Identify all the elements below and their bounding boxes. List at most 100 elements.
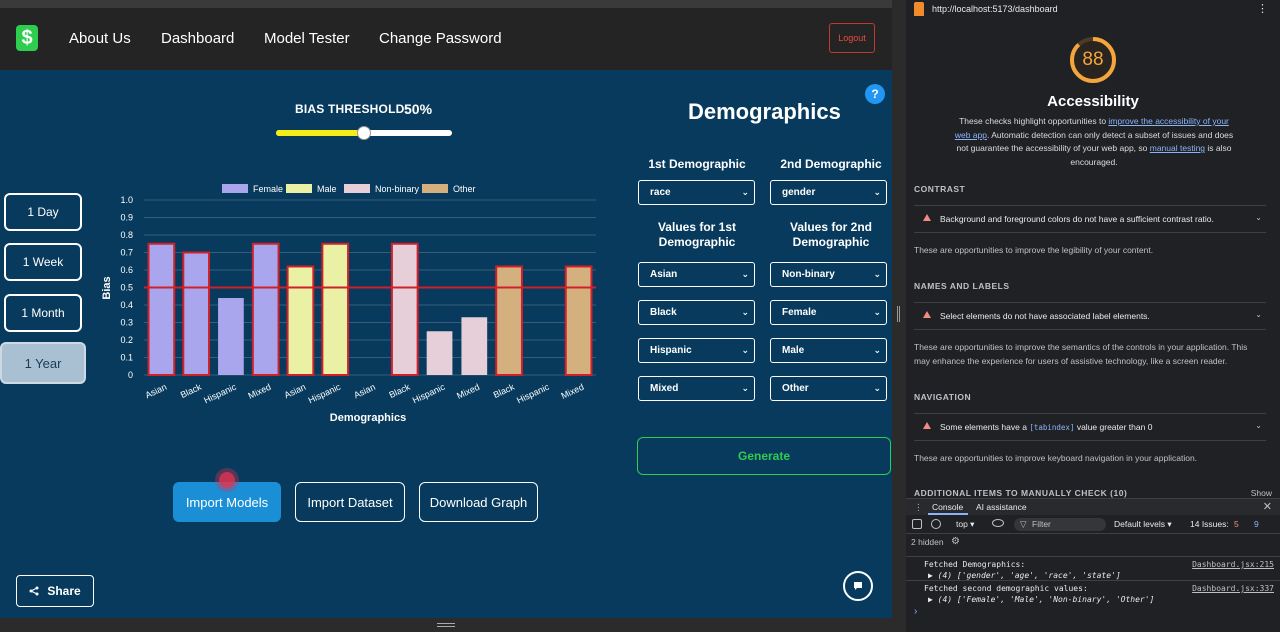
tab-console[interactable]: Console [930,502,965,512]
nav-change-password[interactable]: Change Password [379,30,502,47]
y-axis-label: Bias [101,276,113,299]
log-message: Fetched second demographic values: [924,584,1088,593]
legend-label: Male [317,184,337,194]
chevron-down-icon: ⌄ [741,345,749,355]
drawer-menu-icon[interactable]: ⋮ [914,502,923,513]
y-tick-label: 0.4 [120,300,133,310]
bar [321,242,350,376]
report-url[interactable]: http://localhost:5173/dashboard [932,4,1058,14]
logout-button[interactable]: Logout [829,23,875,53]
filter-placeholder: Filter [1032,519,1051,529]
generate-button[interactable]: Generate [637,437,891,475]
sidebar-toggle-icon[interactable] [912,519,922,529]
issues-info-count[interactable]: 9 [1254,519,1259,529]
slider-thumb[interactable] [357,126,371,140]
range-1-week-button[interactable]: 1 Week [4,243,82,281]
close-icon[interactable]: ✕ [1263,500,1272,513]
y-tick-label: 0.6 [120,265,133,275]
values-second-heading-line1: Values for 2nd [789,220,873,234]
range-1-year-button[interactable]: 1 Year [0,342,86,384]
x-tick-label: Mixed [247,382,273,401]
first-value-select-2[interactable]: Black ⌄ [638,300,755,325]
second-value-select-4[interactable]: Other ⌄ [770,376,887,401]
first-value-select-4[interactable]: Mixed ⌄ [638,376,755,401]
nav-dashboard[interactable]: Dashboard [161,30,234,47]
import-dataset-button[interactable]: Import Dataset [295,482,405,522]
console-filter-input[interactable]: ▽ Filter [1014,518,1106,531]
audit-select-labels[interactable]: Select elements do not have associated l… [914,302,1266,330]
resize-handle-icon[interactable] [437,623,455,627]
audit-text: Select elements do not have associated l… [940,311,1150,321]
first-value-select-3[interactable]: Hispanic ⌄ [638,338,755,363]
screen: $ About Us Dashboard Model Tester Change… [0,0,1280,632]
x-axis-label: Demographics [330,412,406,424]
chat-bubble-icon[interactable] [843,571,873,601]
tab-ai-assistance[interactable]: AI assistance [976,502,1027,512]
clear-console-icon[interactable] [931,519,941,529]
bar [390,242,419,376]
y-tick-label: 0.8 [120,230,133,240]
console-prompt[interactable]: › [914,606,917,617]
values-second-heading-line2: Demographic [792,235,870,249]
bias-threshold-slider[interactable] [276,126,452,140]
bar [182,251,211,376]
download-graph-button[interactable]: Download Graph [419,482,538,522]
first-demographic-select[interactable]: race ⌄ [638,180,755,205]
second-value-select-2[interactable]: Female ⌄ [770,300,887,325]
share-icon [29,586,39,596]
audit-text-post: value greater than 0 [1074,422,1153,432]
y-tick-label: 0.7 [120,248,133,258]
manual-testing-link[interactable]: manual testing [1150,143,1205,153]
legend-swatch [344,184,370,193]
x-tick-label: Mixed [455,382,481,401]
log-value[interactable]: ▶ (4) ['Female', 'Male', 'Non-binary', '… [928,595,1154,604]
eye-icon[interactable] [992,519,1004,527]
panel-splitter[interactable] [892,0,906,632]
x-tick-label: Black [492,382,517,401]
nav-about-us[interactable]: About Us [69,30,131,47]
audit-tabindex[interactable]: Some elements have a [tabindex] value gr… [914,413,1266,441]
audit-contrast[interactable]: Background and foreground colors do not … [914,205,1266,233]
share-button[interactable]: Share [16,575,94,607]
manual-check-show-link[interactable]: Show [1251,488,1272,498]
values-second-heading: Values for 2nd Demographic [771,220,891,250]
navigation-heading: NAVIGATION [914,392,972,402]
cursor-indicator [219,472,235,488]
select-value: Hispanic [650,345,692,356]
log-levels-select[interactable]: Default levels ▾ [1114,519,1172,530]
kebab-menu-icon[interactable]: ⋮ [1257,2,1268,15]
second-value-select-3[interactable]: Male ⌄ [770,338,887,363]
issues-error-count[interactable]: 5 [1234,519,1239,529]
bar [251,242,280,376]
accessibility-description: These checks highlight opportunities to … [954,115,1234,169]
second-value-select-1[interactable]: Non-binary ⌄ [770,262,887,287]
names-labels-note: These are opportunities to improve the s… [914,342,1248,366]
y-tick-label: 0.1 [120,353,133,363]
first-demographic-value: race [650,187,671,198]
log-value[interactable]: ▶ (4) ['gender', 'age', 'race', 'state'] [928,571,1121,580]
dollar-logo-icon[interactable]: $ [16,25,38,51]
second-demographic-select[interactable]: gender ⌄ [770,180,887,205]
nav-model-tester[interactable]: Model Tester [264,30,350,47]
values-first-heading: Values for 1st Demographic [637,220,757,250]
help-icon[interactable]: ? [865,84,885,104]
x-tick-label: Hispanic [307,382,343,406]
gear-icon[interactable]: ⚙ [951,536,960,547]
range-1-month-button[interactable]: 1 Month [4,294,82,332]
chevron-down-icon: ⌄ [873,383,881,393]
log-source-link[interactable]: Dashboard.jsx:215 [1192,560,1274,569]
chevron-down-icon: ⌄ [741,187,749,197]
contrast-heading: CONTRAST [914,184,966,194]
issues-label[interactable]: 14 Issues: [1190,519,1229,529]
context-select[interactable]: top ▾ [956,519,974,530]
log-source-link[interactable]: Dashboard.jsx:337 [1192,584,1274,593]
legend-label: Non-binary [375,184,420,194]
first-value-select-1[interactable]: Asian ⌄ [638,262,755,287]
import-models-button[interactable]: Import Models [173,482,281,522]
range-1-day-button[interactable]: 1 Day [4,193,82,231]
legend-label: Female [253,184,283,194]
warning-triangle-icon [923,422,931,429]
console-log-row: Fetched second demographic values: ▶ (4)… [906,580,1280,604]
legend-swatch [422,184,448,193]
y-tick-label: 0 [128,370,133,380]
